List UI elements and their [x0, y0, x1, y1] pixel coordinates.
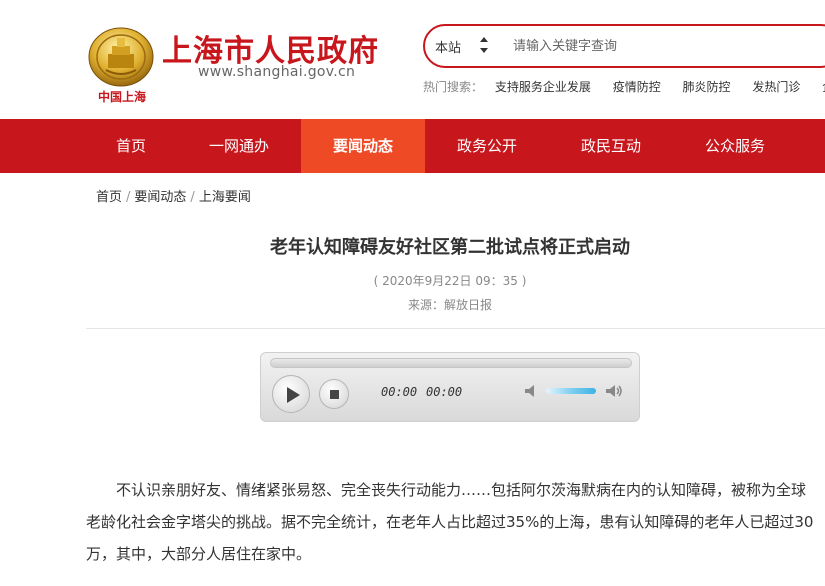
duration: 00:00 [426, 385, 463, 399]
volume-mute-icon[interactable] [523, 382, 541, 400]
breadcrumb: 首页 / 要闻动态 / 上海要闻 [96, 186, 251, 205]
logo-caption: 中国上海 [97, 90, 146, 104]
breadcrumb-separator: / [126, 190, 131, 205]
shanghai-emblem-icon[interactable] [86, 26, 156, 88]
nav-item-news[interactable]: 要闻动态 [301, 119, 425, 173]
article-source: 来源：解放日报 [407, 298, 492, 312]
breadcrumb-home[interactable]: 首页 [96, 190, 122, 205]
article-date: ( 2020年9月22日 09：35 ) [373, 274, 527, 288]
breadcrumb-news[interactable]: 要闻动态 [134, 190, 186, 205]
stop-button[interactable] [319, 379, 349, 409]
hot-search-link[interactable]: 支持服务企业发展 [495, 80, 591, 94]
hot-search-row: 热门搜索： 支持服务企业发展 疫情防控 肺炎防控 发热门诊 企业 [423, 78, 825, 96]
sort-arrows-icon[interactable] [479, 34, 489, 56]
current-time: 00:00 [381, 385, 418, 399]
hot-search-link[interactable]: 疫情防控 [613, 80, 661, 94]
nav-item-home[interactable]: 首页 [69, 119, 193, 173]
article-paragraph: 不认识亲朋好友、情绪紧张易怒、完全丧失行动能力……包括阿尔茨海默病在内的认知障碍… [86, 481, 814, 563]
site-url: www.shanghai.gov.cn [198, 64, 356, 80]
nav-item-public-service[interactable]: 公众服务 [673, 119, 797, 173]
volume-slider[interactable] [546, 388, 596, 394]
breadcrumb-shanghai-news[interactable]: 上海要闻 [199, 190, 251, 205]
breadcrumb-separator: / [190, 190, 195, 205]
search-input[interactable] [513, 35, 813, 57]
divider [86, 328, 825, 329]
main-nav: 首页 一网通办 要闻动态 政务公开 政民互动 公众服务 [0, 119, 825, 173]
hot-search-link[interactable]: 发热门诊 [752, 80, 800, 94]
site-header: 中国上海 上海市人民政府 www.shanghai.gov.cn 本站 热门搜索… [0, 0, 825, 119]
article-title: 老年认知障碍友好社区第二批试点将正式启动 [270, 237, 630, 258]
search-box: 本站 [423, 24, 825, 68]
audio-progress-bar[interactable] [270, 358, 632, 368]
nav-item-interaction[interactable]: 政民互动 [549, 119, 673, 173]
nav-item-one-stop-service[interactable]: 一网通办 [177, 119, 301, 173]
hot-search-link[interactable]: 肺炎防控 [683, 80, 731, 94]
play-button[interactable] [272, 375, 310, 413]
search-scope-select[interactable]: 本站 [435, 37, 461, 56]
hot-search-label: 热门搜索： [423, 80, 484, 94]
audio-player: 00:00 00:00 [260, 352, 640, 422]
volume-max-icon[interactable] [604, 382, 624, 400]
nav-item-government-affairs[interactable]: 政务公开 [425, 119, 549, 173]
